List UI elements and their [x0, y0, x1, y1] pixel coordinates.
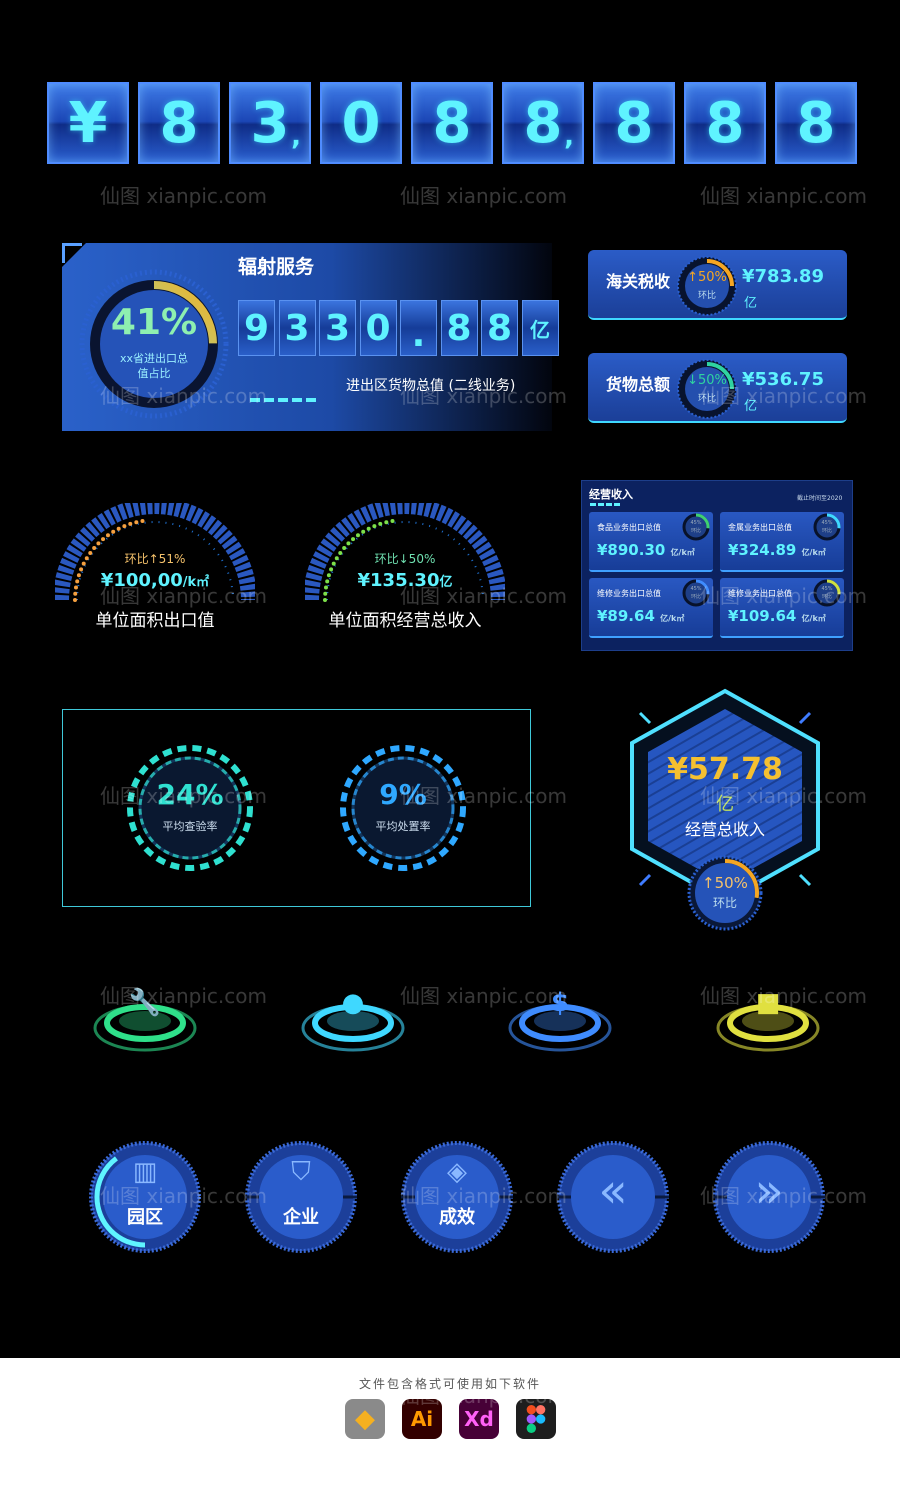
watermark: 仙图 xianpic.com — [400, 784, 568, 808]
revenue-item-card: 食品业务出口总值 ¥890.30 亿/k㎡ 45% 环比 — [589, 512, 713, 572]
counter-digit: 8 — [796, 90, 836, 156]
watermark: 仙图 xianpic.com — [400, 984, 568, 1008]
lightbulb-icon: ● — [301, 988, 405, 1052]
watermark: 仙图 xianpic.com — [400, 1184, 568, 1208]
mini-ring-label: 环比 — [690, 528, 701, 534]
watermark: 仙图 xianpic.com — [100, 1184, 268, 1208]
counter-separator: , — [564, 122, 574, 152]
hexagon-label: 经营总收入 — [684, 820, 765, 839]
half-gauge-label: 单位面积经营总收入 — [328, 611, 482, 631]
counter-digit: 3 — [250, 90, 290, 156]
percent-label-line1: xx省进出口总 — [119, 352, 189, 365]
watermark: 仙图 xianpic.com — [100, 184, 268, 208]
revenue-item-value: ¥89.64 亿/k㎡ — [597, 607, 685, 625]
stat-card-label: 海关税收 — [606, 272, 671, 291]
watermark: 仙图 xianpic.com — [400, 584, 568, 608]
watermark: 仙图 xianpic.com — [100, 1384, 268, 1408]
counter-digit: 8 — [705, 90, 745, 156]
mini-ring-value: 45% — [821, 520, 833, 526]
stat-card-label: 货物总额 — [606, 375, 671, 394]
rate-label: 平均处置率 — [375, 820, 431, 833]
counter-digit: 8 — [432, 90, 472, 156]
panel-corner-decoration — [62, 243, 82, 263]
half-gauge-label: 单位面积出口值 — [95, 611, 215, 631]
watermark: 仙图 xianpic.com — [700, 1184, 868, 1208]
revenue-item-card: 金属业务出口总值 ¥324.89 亿/k㎡ 45% 环比 — [720, 512, 844, 572]
counter-digit-tile: 8 — [775, 82, 857, 164]
stripe-decoration — [590, 503, 622, 506]
revenue-item-value: ¥324.89 亿/k㎡ — [728, 541, 826, 559]
double-chevron-left-icon: « — [598, 1163, 628, 1219]
counter-digit-tile: 8 — [684, 82, 766, 164]
mini-ring-value: 45% — [690, 520, 702, 526]
watermark: 仙图 xianpic.com — [400, 184, 568, 208]
counter-digit-tile: 0 — [320, 82, 402, 164]
panel-digit: 0 — [359, 300, 397, 356]
panel-digit: 亿 — [521, 300, 559, 356]
counter-digit-tile: 8 — [411, 82, 493, 164]
watermark: 仙图 xianpic.com — [100, 584, 268, 608]
half-gauge-change: 环比↓50% — [374, 552, 436, 566]
revenue-item-card: 维修业务出口总值 ¥89.64 亿/k㎡ 45% 环比 — [589, 578, 713, 638]
mini-ring-label: 环比 — [821, 528, 832, 534]
stat-card-unit: 亿 — [744, 296, 758, 311]
counter-digit-tile: 3, — [229, 82, 311, 164]
watermark: 仙图 xianpic.com — [700, 384, 868, 408]
panel-digit: . — [400, 300, 437, 356]
counter-digit-tile: 8 — [593, 82, 675, 164]
half-gauge-change: 环比↑51% — [124, 552, 186, 566]
revenue-item-value: ¥109.64 亿/k㎡ — [728, 607, 826, 625]
counter-separator: , — [291, 122, 301, 152]
counter-digit: 8 — [523, 90, 563, 156]
revenue-panel-title: 经营收入 — [589, 488, 633, 501]
watermark: 仙图 xianpic.com — [100, 984, 268, 1008]
revenue-item-label: 金属业务出口总值 — [728, 523, 792, 532]
hexagon-change-label: 环比 — [712, 896, 737, 910]
panel-title: 辐射服务 — [238, 256, 315, 278]
revenue-item-label: 维修业务出口总值 — [597, 589, 661, 598]
counter-digit-tile: 8, — [502, 82, 584, 164]
watermark: 仙图 xianpic.com — [100, 384, 268, 408]
counter-digit-tile: 8 — [138, 82, 220, 164]
watermark: 仙图 xianpic.com — [100, 784, 268, 808]
stat-card-value: ¥783.89 — [742, 266, 824, 287]
rate-label: 平均查验率 — [162, 820, 218, 833]
watermark: 仙图 xianpic.com — [400, 384, 568, 408]
panel-digit: 9 — [238, 300, 275, 356]
counter-digit: 8 — [159, 90, 199, 156]
panel-digit: 8 — [481, 300, 518, 356]
counter-digit: 8 — [614, 90, 654, 156]
counter-digit-tile: ¥ — [47, 82, 129, 164]
change-ring-icon — [677, 256, 737, 316]
panel-digit: 8 — [440, 300, 478, 356]
watermark: 仙图 xianpic.com — [700, 1384, 868, 1408]
revenue-item-value: ¥890.30 亿/k㎡ — [597, 541, 695, 559]
watermark: 仙图 xianpic.com — [400, 1384, 568, 1408]
watermark: 仙图 xianpic.com — [700, 984, 868, 1008]
panel-digit: 3 — [278, 300, 316, 356]
watermark: 仙图 xianpic.com — [700, 184, 868, 208]
stat-card-change-label: 环比 — [697, 291, 716, 301]
stat-card-change: ↑50% — [687, 270, 727, 285]
sketch-app-icon: ◆ — [345, 1399, 385, 1439]
round-button-3[interactable]: « — [557, 1141, 669, 1253]
revenue-panel-date: 截止时间至2020 — [797, 495, 843, 502]
hexagon-change: ↑50% — [702, 874, 748, 892]
counter-digit: 0 — [341, 90, 381, 156]
svg-text:●: ● — [341, 988, 364, 1018]
counter-digit: ¥ — [68, 90, 108, 156]
revenue-item-label: 食品业务出口总值 — [597, 523, 661, 532]
percent-label-line2: 值占比 — [137, 367, 171, 380]
watermark: 仙图 xianpic.com — [700, 584, 868, 608]
percent-value: 41% — [110, 302, 198, 343]
watermark: 仙图 xianpic.com — [700, 784, 868, 808]
panel-digit: 3 — [319, 300, 356, 356]
